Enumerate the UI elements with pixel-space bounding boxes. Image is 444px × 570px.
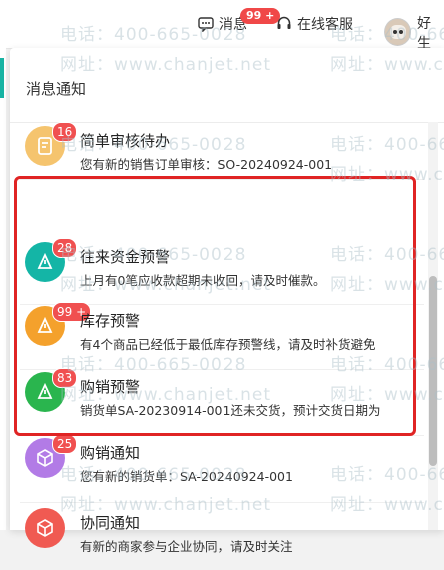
item-title: 库存预警 (80, 312, 141, 330)
box-icon (25, 508, 65, 548)
sidebar-strip (0, 48, 6, 530)
notification-panel: 消息通知 16 简单审核待办 您有新的销售订单审核：SO-20240924-00… (10, 48, 444, 554)
message-icon (198, 17, 214, 32)
item-title: 往来资金预警 (80, 248, 171, 266)
notification-item-funds-warning[interactable]: 28 往来资金预警 上月有0笔应收款超期未收回，请及时催款。 (10, 238, 434, 304)
item-desc: 销货单SA-20230914-001还未交货，预计交货日期为 (80, 403, 381, 418)
active-tab-indicator (0, 58, 4, 98)
notification-item-inventory-warning[interactable]: 99 + 库存预警 有4个商品已经低于最低库存预警线，请及时补货避免 (10, 302, 434, 368)
item-count-badge: 83 (52, 368, 78, 388)
user-menu[interactable]: 好生 (384, 10, 444, 53)
messages-count-badge: 99 + (240, 8, 281, 24)
panel-title: 消息通知 (26, 80, 87, 98)
item-desc: 有新的商家参与企业协同，请及时关注 (80, 539, 293, 554)
online-service-button[interactable]: 在线客服 (276, 14, 353, 34)
item-title: 简单审核待办 (80, 132, 171, 150)
headset-icon (277, 16, 291, 29)
item-desc: 上月有0笔应收款超期未收回，请及时催款。 (80, 273, 326, 288)
notification-item-collaboration[interactable]: 协同通知 有新的商家参与企业协同，请及时关注 (10, 504, 434, 570)
item-title: 购销预警 (80, 378, 141, 396)
item-desc: 有4个商品已经低于最低库存预警线，请及时补货避免 (80, 337, 376, 352)
panel-header: 消息通知 (10, 48, 444, 123)
item-desc: 您有新的销售订单审核：SO-20240924-001 (80, 157, 333, 172)
item-desc: 您有新的销货单：SA-20240924-001 (80, 469, 293, 484)
item-title: 购销通知 (80, 444, 141, 462)
online-service-label: 在线客服 (297, 17, 353, 33)
notification-item-sales-warning[interactable]: 83 购销预警 销货单SA-20230914-001还未交货，预计交货日期为 (10, 368, 434, 434)
avatar (384, 17, 412, 46)
top-bar: 消息 99 + 在线客服 好生 (0, 0, 444, 52)
scrollbar-thumb[interactable] (429, 276, 437, 466)
user-name: 好生 (417, 16, 432, 52)
item-count-badge: 25 (52, 434, 78, 454)
item-count-badge: 16 (52, 122, 78, 142)
notification-item-sales-notice[interactable]: 25 购销通知 您有新的销货单：SA-20240924-001 (10, 434, 434, 500)
item-count-badge: 28 (52, 238, 78, 258)
